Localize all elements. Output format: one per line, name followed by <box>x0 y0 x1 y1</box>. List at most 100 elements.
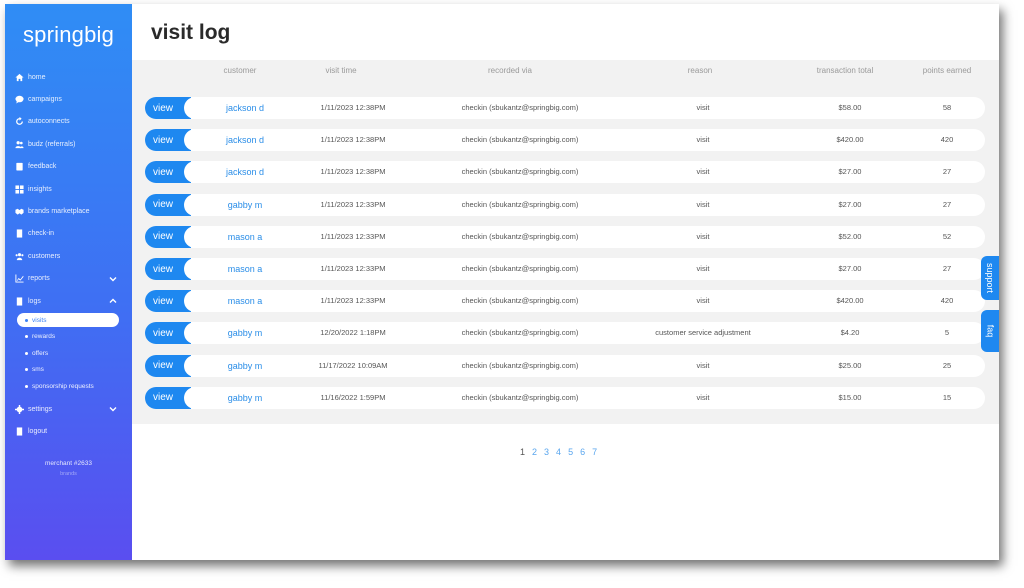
sidebar-item-campaigns[interactable]: campaigns <box>5 88 132 110</box>
visit-time-cell: 12/20/2022 1:18PM <box>320 328 386 338</box>
page-link-6[interactable]: 6 <box>580 447 585 457</box>
customer-link[interactable]: gabby m <box>210 387 280 409</box>
sidebar-item-budz[interactable]: budz (referrals) <box>5 133 132 155</box>
page-link-1[interactable]: 1 <box>520 447 525 457</box>
view-button[interactable]: view <box>145 129 198 152</box>
chevron-down-icon[interactable] <box>109 275 117 283</box>
page-link-7[interactable]: 7 <box>592 447 597 457</box>
sidebar-item-check-in[interactable]: check-in <box>5 223 132 245</box>
support-tab[interactable]: support <box>981 256 999 300</box>
customer-link[interactable]: gabby m <box>210 355 280 377</box>
sidebar-item-brands-marketplace[interactable]: brands marketplace <box>5 200 132 222</box>
bullet-icon <box>25 335 28 339</box>
recorded-via-cell: checkin (sbukantz@springbig.com) <box>461 199 579 209</box>
view-button[interactable]: view <box>145 161 198 184</box>
app-window: springbig home campaigns autoconnects bu… <box>5 4 999 560</box>
customer-link[interactable]: jackson d <box>210 161 280 183</box>
submenu-item-visits[interactable]: visits <box>17 313 119 328</box>
table-header: customer visit time recorded via reason … <box>132 66 999 80</box>
column-header-visit-time[interactable]: visit time <box>306 66 376 75</box>
logs-submenu: visits rewards offers sms sponsorship re… <box>5 313 132 394</box>
sidebar-item-customers[interactable]: customers <box>5 245 132 267</box>
brand-logo[interactable]: springbig <box>5 22 132 48</box>
visit-time-cell: 1/11/2023 12:38PM <box>320 103 386 112</box>
reason-cell: visit <box>696 135 710 145</box>
points-earned-cell: 27 <box>942 199 952 209</box>
sidebar-item-logout[interactable]: logout <box>5 421 132 443</box>
customer-link[interactable]: jackson d <box>210 97 280 119</box>
view-button[interactable]: view <box>145 258 198 280</box>
submenu-label: sponsorship requests <box>32 382 94 390</box>
sidebar-item-autoconnects[interactable]: autoconnects <box>5 111 132 133</box>
view-button[interactable]: view <box>145 225 198 248</box>
merchant-id: merchant #2633 <box>45 460 92 467</box>
transaction-total-cell: $27.00 <box>838 199 862 209</box>
submenu-label: visits <box>32 316 47 324</box>
transaction-total-cell: $27.00 <box>838 264 862 273</box>
sidebar-item-settings[interactable]: settings <box>5 398 132 420</box>
faq-tab[interactable]: faq <box>981 310 999 352</box>
submenu-label: rewards <box>32 333 56 341</box>
grid-icon <box>14 184 24 194</box>
view-button[interactable]: view <box>145 97 198 119</box>
sidebar-item-logs[interactable]: logs <box>5 290 132 312</box>
sidebar-item-label: customers <box>28 252 61 260</box>
reason-cell: visit <box>696 167 710 177</box>
reason-cell: customer service adjustment <box>655 328 751 338</box>
recorded-via-cell: checkin (sbukantz@springbig.com) <box>461 360 579 370</box>
customer-link[interactable]: mason a <box>210 226 280 248</box>
reason-cell: visit <box>696 392 710 402</box>
submenu-item-offers[interactable]: offers <box>17 345 132 362</box>
submenu-item-sponsorship-requests[interactable]: sponsorship requests <box>17 378 132 395</box>
chevron-down-icon[interactable] <box>109 405 117 413</box>
customer-link[interactable]: gabby m <box>210 194 280 216</box>
view-button[interactable]: view <box>145 354 198 377</box>
visit-time-cell: 1/11/2023 12:38PM <box>320 135 386 145</box>
transaction-total-cell: $25.00 <box>838 360 862 370</box>
visit-time-cell: 1/11/2023 12:33PM <box>320 296 386 306</box>
view-button[interactable]: view <box>145 290 198 313</box>
transaction-total-cell: $420.00 <box>836 135 864 145</box>
column-header-transaction-total[interactable]: transaction total <box>800 66 890 75</box>
sidebar-item-feedback[interactable]: feedback <box>5 156 132 178</box>
chevron-up-icon[interactable] <box>109 297 117 305</box>
column-header-points-earned[interactable]: points earned <box>907 66 987 75</box>
sidebar-item-reports[interactable]: reports <box>5 268 132 290</box>
door-icon <box>14 229 24 239</box>
points-earned-cell: 27 <box>942 264 952 273</box>
sidebar-item-label: reports <box>28 275 50 283</box>
submenu-item-sms[interactable]: sms <box>17 361 132 378</box>
view-button[interactable]: view <box>145 193 198 216</box>
support-tab-label: support <box>985 262 995 294</box>
column-header-reason[interactable]: reason <box>650 66 750 75</box>
submenu-item-rewards[interactable]: rewards <box>17 328 132 345</box>
customer-link[interactable]: mason a <box>210 258 280 280</box>
merchant-subtitle: brands <box>60 471 77 477</box>
sidebar-item-label: logs <box>28 297 41 305</box>
visit-time-cell: 1/11/2023 12:33PM <box>320 231 386 241</box>
view-button[interactable]: view <box>145 386 198 409</box>
page-title: visit log <box>151 21 231 44</box>
column-header-customer[interactable]: customer <box>210 66 270 75</box>
faq-tab-label: faq <box>984 324 995 338</box>
customer-link[interactable]: gabby m <box>210 322 280 344</box>
sidebar-item-insights[interactable]: insights <box>5 178 132 200</box>
points-earned-cell: 15 <box>942 392 952 402</box>
page-link-3[interactable]: 3 <box>544 447 549 457</box>
recorded-via-cell: checkin (sbukantz@springbig.com) <box>461 167 579 177</box>
page-link-2[interactable]: 2 <box>532 447 537 457</box>
page-link-4[interactable]: 4 <box>556 447 561 457</box>
bullet-icon <box>25 351 28 355</box>
reason-cell: visit <box>696 296 710 306</box>
page-link-5[interactable]: 5 <box>568 447 573 457</box>
customer-link[interactable]: mason a <box>210 290 280 312</box>
sidebar-item-home[interactable]: home <box>5 66 132 88</box>
table-row: view gabby m 12/20/2022 1:18PM checkin (sbu… <box>145 322 985 345</box>
table-row: view jackson d 1/11/2023 12:38PM checkin (s… <box>145 97 985 119</box>
customer-link[interactable]: jackson d <box>210 129 280 151</box>
book-icon <box>14 296 24 306</box>
submenu-label: offers <box>32 349 49 357</box>
view-button[interactable]: view <box>145 322 198 345</box>
column-header-recorded-via[interactable]: recorded via <box>450 66 570 75</box>
door-icon <box>14 427 24 437</box>
